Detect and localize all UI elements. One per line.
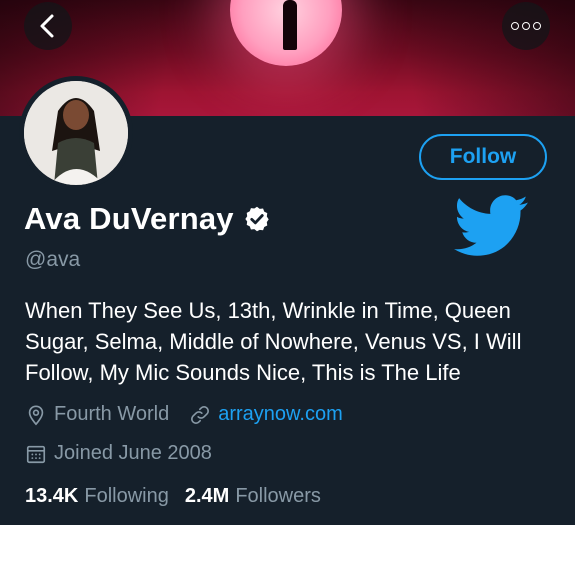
- joined-text: Joined June 2008: [54, 442, 212, 464]
- following-stat[interactable]: 13.4K Following: [25, 485, 169, 508]
- follow-button[interactable]: Follow: [419, 134, 547, 180]
- twitter-bird-icon: [454, 195, 528, 256]
- following-label: Following: [84, 485, 169, 507]
- avatar-photo: [24, 81, 128, 185]
- verified-badge-icon: [245, 206, 269, 232]
- followers-stat[interactable]: 2.4M Followers: [185, 485, 321, 508]
- more-options-button[interactable]: [502, 2, 550, 50]
- location-row: Fourth World arraynow.com: [25, 403, 343, 426]
- following-count: 13.4K: [25, 485, 79, 507]
- website-link[interactable]: arraynow.com: [218, 403, 343, 426]
- display-name: Ava DuVernay: [24, 201, 234, 236]
- back-button[interactable]: [24, 2, 72, 50]
- profile-card: Follow Ava DuVernay @ava When They See U…: [0, 0, 575, 525]
- display-name-row: Ava DuVernay: [24, 201, 271, 237]
- follow-stats: 13.4K Following 2.4M Followers: [25, 485, 337, 508]
- link-icon: [191, 405, 210, 424]
- followers-label: Followers: [235, 485, 321, 507]
- website-link-group[interactable]: arraynow.com: [189, 403, 343, 426]
- profile-bio: When They See Us, 13th, Wrinkle in Time,…: [25, 298, 522, 385]
- calendar-icon: [26, 445, 46, 463]
- joined-row: Joined June 2008: [25, 442, 212, 465]
- more-horizontal-icon: [511, 22, 541, 30]
- location-text: Fourth World: [54, 403, 170, 425]
- user-handle: @ava: [25, 248, 81, 271]
- chevron-left-icon: [40, 14, 54, 38]
- location-pin-icon: [28, 404, 44, 425]
- followers-count: 2.4M: [184, 485, 230, 507]
- avatar[interactable]: [19, 76, 133, 190]
